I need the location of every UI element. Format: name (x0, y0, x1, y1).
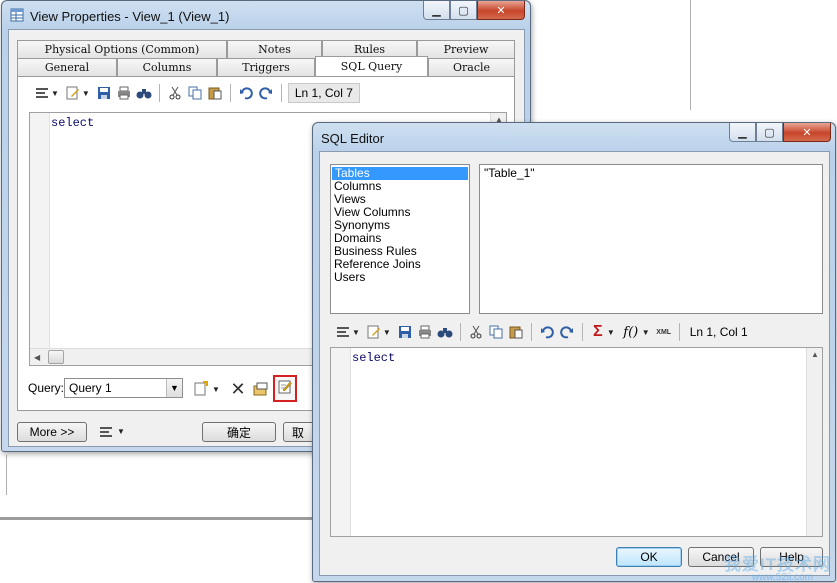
format-icon[interactable] (334, 323, 352, 341)
scroll-up-icon[interactable]: ▲ (811, 350, 819, 359)
object-list[interactable]: "Table_1" (479, 164, 823, 314)
cancel-button[interactable]: Cancel (688, 547, 754, 567)
chevron-down-icon[interactable]: ▼ (166, 379, 182, 397)
sql-editor-window: SQL Editor ▁ ▢ ✕ Tables Columns Views Vi… (312, 122, 836, 582)
window-controls: ▁ ▢ ✕ (423, 1, 525, 20)
chevron-down-icon[interactable]: ▼ (352, 328, 360, 337)
edit-sql-icon (277, 379, 293, 398)
sql-editor-client: Tables Columns Views View Columns Synony… (319, 151, 830, 576)
edit-query-button[interactable] (273, 375, 297, 402)
toolbar-separator (459, 323, 461, 341)
chevron-down-icon[interactable]: ▼ (82, 89, 90, 98)
tab-physical-options[interactable]: Physical Options (Common) (17, 40, 227, 58)
properties-icon[interactable] (252, 380, 270, 398)
background-frame-line (0, 517, 316, 520)
maximize-button[interactable]: ▢ (756, 123, 783, 142)
format-icon[interactable] (33, 84, 51, 102)
tab-columns[interactable]: Columns (117, 58, 217, 76)
help-button[interactable]: Help (760, 547, 823, 567)
find-icon[interactable] (436, 323, 454, 341)
minimize-button[interactable]: ▁ (423, 1, 450, 20)
redo-icon[interactable] (558, 323, 576, 341)
watermark-url: www.52ij.com (751, 572, 813, 583)
delete-icon[interactable]: ✕ (229, 379, 247, 399)
tab-sql-query[interactable]: SQL Query (315, 56, 428, 76)
cut-icon[interactable] (467, 323, 485, 341)
edit-icon[interactable] (365, 323, 383, 341)
maximize-button[interactable]: ▢ (450, 1, 477, 20)
close-button[interactable]: ✕ (783, 123, 831, 142)
chevron-down-icon[interactable]: ▼ (117, 427, 125, 436)
chevron-down-icon[interactable]: ▼ (212, 385, 220, 394)
tab-preview[interactable]: Preview (417, 40, 515, 58)
category-item-users[interactable]: Users (331, 271, 469, 284)
tab-oracle[interactable]: Oracle (428, 58, 515, 76)
sql-text: select (51, 116, 95, 130)
cut-icon[interactable] (166, 84, 184, 102)
redo-icon[interactable] (257, 84, 275, 102)
print-icon[interactable] (416, 323, 434, 341)
print-icon[interactable] (115, 84, 133, 102)
sql-toolbar: ▼ ▼ Ln 1, Col 7 (33, 81, 360, 105)
scroll-thumb[interactable] (48, 350, 64, 364)
sql-editor-titlebar: SQL Editor (321, 129, 384, 147)
category-list[interactable]: Tables Columns Views View Columns Synony… (330, 164, 470, 314)
chevron-down-icon[interactable]: ▼ (383, 328, 391, 337)
window-controls: ▁ ▢ ✕ (729, 123, 831, 142)
view-properties-titlebar: View Properties - View_1 (View_1) (10, 7, 229, 25)
new-query-icon[interactable] (192, 380, 210, 398)
toolbar-separator (530, 323, 532, 341)
paste-icon[interactable] (206, 84, 224, 102)
ok-button[interactable]: OK (616, 547, 682, 567)
toolbar-separator (678, 323, 680, 341)
sql-editor-toolbar: ▼ ▼ Σ ▼ f() ▼ XML Ln 1, Col 1 (334, 320, 752, 344)
sql-text: select (352, 351, 396, 365)
tab-notes[interactable]: Notes (227, 40, 322, 58)
toolbar-separator (581, 323, 583, 341)
sql-editor-text-area[interactable]: select ▲ (330, 347, 823, 537)
chevron-down-icon[interactable]: ▼ (607, 328, 615, 337)
ok-button[interactable]: 确定 (202, 422, 276, 442)
query-select[interactable]: Query 1 ▼ (64, 378, 183, 398)
chevron-down-icon[interactable]: ▼ (51, 89, 59, 98)
background-frame-line (690, 0, 691, 110)
toolbar-separator (158, 84, 160, 102)
tab-general[interactable]: General (17, 58, 117, 76)
cursor-position: Ln 1, Col 7 (287, 83, 360, 103)
close-button[interactable]: ✕ (477, 1, 525, 20)
table-icon (10, 8, 24, 25)
query-select-value: Query 1 (69, 381, 112, 395)
vertical-scrollbar[interactable]: ▲ (806, 348, 822, 536)
function-icon[interactable]: f() (620, 323, 642, 341)
paste-icon[interactable] (507, 323, 525, 341)
undo-icon[interactable] (237, 84, 255, 102)
editor-gutter (30, 113, 50, 365)
save-icon[interactable] (396, 323, 414, 341)
editor-gutter (331, 348, 351, 536)
copy-icon[interactable] (186, 84, 204, 102)
scroll-left-icon[interactable]: ◀ (34, 353, 40, 362)
minimize-button[interactable]: ▁ (729, 123, 756, 142)
dialog-title: SQL Editor (321, 130, 385, 146)
chevron-down-icon[interactable]: ▼ (642, 328, 650, 337)
object-item[interactable]: "Table_1" (480, 167, 822, 180)
background-frame-line (6, 455, 7, 495)
edit-icon[interactable] (64, 84, 82, 102)
tab-triggers[interactable]: Triggers (217, 58, 315, 76)
copy-icon[interactable] (487, 323, 505, 341)
undo-icon[interactable] (538, 323, 556, 341)
toolbar-separator (229, 84, 231, 102)
more-button[interactable]: More >> (17, 422, 87, 442)
save-icon[interactable] (95, 84, 113, 102)
xml-icon[interactable]: XML (655, 323, 673, 341)
format-icon[interactable] (97, 423, 115, 441)
toolbar-separator (280, 84, 282, 102)
sigma-icon[interactable]: Σ (589, 323, 607, 341)
find-icon[interactable] (135, 84, 153, 102)
cursor-position: Ln 1, Col 1 (689, 325, 748, 339)
window-title: View Properties - View_1 (View_1) (30, 8, 230, 24)
query-label: Query: (28, 381, 65, 395)
